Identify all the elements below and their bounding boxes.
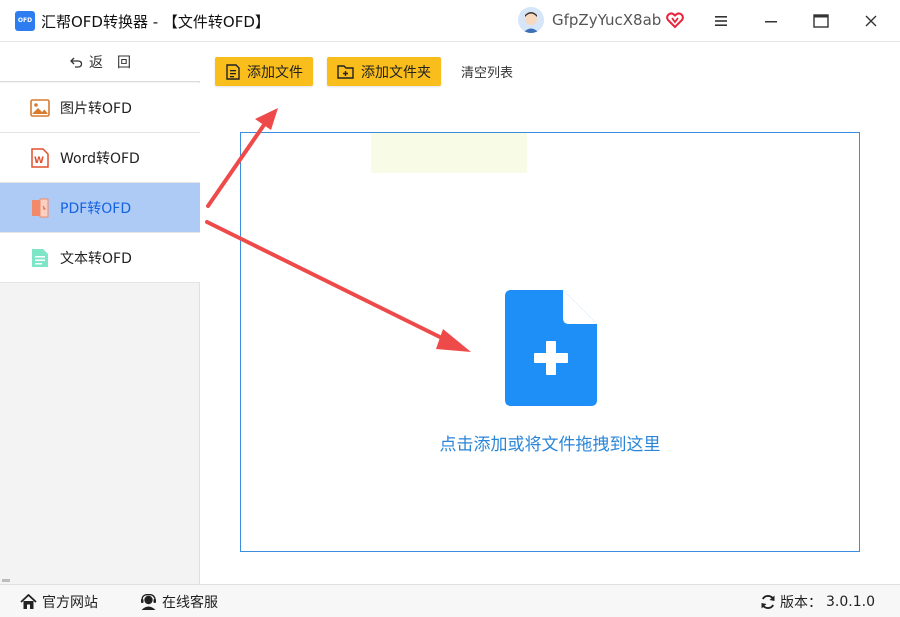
resize-grip[interactable]	[2, 579, 10, 582]
drop-hint-text: 点击添加或将文件拖拽到这里	[439, 435, 661, 455]
sidebar-item-label: PDF转OFD	[60, 200, 132, 217]
image-icon	[30, 98, 50, 118]
folder-add-icon	[337, 64, 354, 79]
version-number: 3.0.1.0	[826, 594, 875, 610]
close-icon	[865, 15, 877, 27]
svg-text:W: W	[34, 156, 44, 166]
faint-banner	[371, 133, 527, 173]
sidebar: 返回 图片转OFD W Word转OFD PDF转OFD 文本转OFD	[0, 42, 200, 584]
refresh-icon[interactable]	[760, 594, 776, 610]
back-arrow-icon	[70, 57, 83, 68]
pdf-icon	[30, 198, 50, 218]
back-button[interactable]: 返回	[0, 42, 200, 82]
hamburger-icon	[715, 16, 727, 26]
vip-heart-icon[interactable]	[665, 10, 685, 30]
online-support-label: 在线客服	[162, 595, 218, 611]
maximize-button[interactable]	[808, 8, 834, 34]
sidebar-item-label: 文本转OFD	[60, 250, 132, 267]
word-icon: W	[30, 147, 50, 168]
window-title: 汇帮OFD转换器 - 【文件转OFD】	[41, 13, 270, 31]
add-file-label: 添加文件	[247, 64, 303, 81]
user-avatar[interactable]	[518, 7, 544, 33]
sidebar-item-label: 图片转OFD	[60, 100, 132, 117]
add-document-icon	[505, 290, 597, 406]
avatar-icon	[518, 7, 544, 33]
title-bar: OFD 汇帮OFD转换器 - 【文件转OFD】 GfpZyYucX8ab	[0, 0, 900, 42]
back-label: 返回	[89, 54, 145, 71]
minimize-button[interactable]	[758, 8, 784, 34]
version-prefix: 版本：	[780, 595, 823, 611]
add-folder-button[interactable]: 添加文件夹	[327, 57, 441, 86]
home-icon	[20, 594, 37, 609]
minimize-icon	[765, 21, 777, 23]
text-file-icon	[30, 248, 50, 268]
sidebar-item-label: Word转OFD	[60, 150, 140, 167]
main-panel: 添加文件 添加文件夹 清空列表 点击添加或将文件拖拽到这里	[201, 42, 900, 584]
online-support-link[interactable]: 在线客服	[140, 592, 218, 612]
official-website-link[interactable]: 官方网站	[20, 592, 98, 612]
sidebar-item-image-to-ofd[interactable]: 图片转OFD	[0, 83, 200, 133]
file-drop-zone[interactable]: 点击添加或将文件拖拽到这里	[240, 132, 860, 552]
clear-list-button[interactable]: 清空列表	[461, 62, 513, 81]
version-info: 版本： 3.0.1.0	[760, 592, 875, 612]
add-file-button[interactable]: 添加文件	[215, 57, 313, 86]
customer-service-icon	[141, 594, 156, 610]
sidebar-item-word-to-ofd[interactable]: W Word转OFD	[0, 133, 200, 183]
user-name[interactable]: GfpZyYucX8ab	[552, 11, 661, 29]
menu-button[interactable]	[708, 8, 734, 34]
maximize-icon	[813, 14, 829, 28]
add-folder-label: 添加文件夹	[361, 64, 431, 81]
close-button[interactable]	[858, 8, 884, 34]
app-logo: OFD	[15, 11, 35, 31]
sidebar-item-text-to-ofd[interactable]: 文本转OFD	[0, 233, 200, 283]
sidebar-item-pdf-to-ofd[interactable]: PDF转OFD	[0, 183, 200, 233]
file-list-icon	[226, 63, 240, 80]
official-website-label: 官方网站	[42, 595, 98, 611]
footer-bar: 官方网站 在线客服 版本： 3.0.1.0	[0, 584, 900, 617]
